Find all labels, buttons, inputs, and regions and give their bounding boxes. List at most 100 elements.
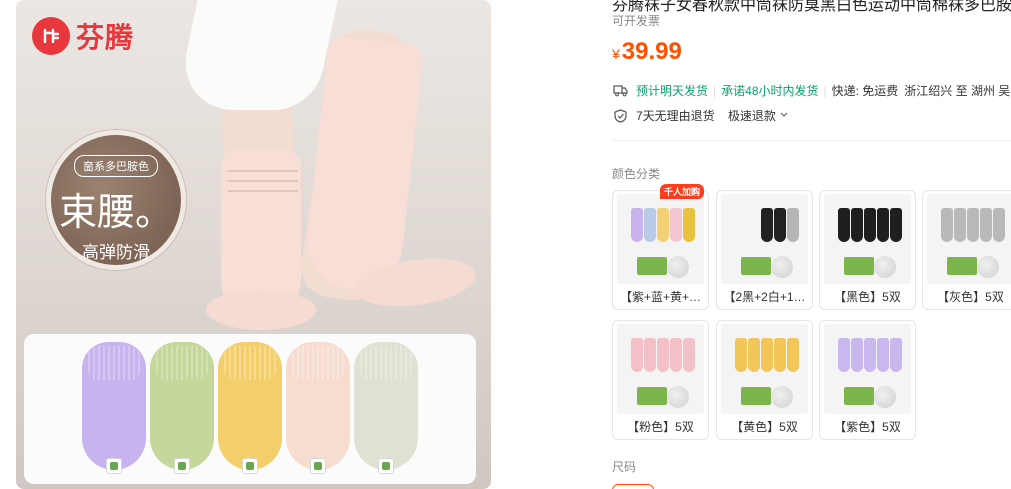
- mini-sock: [683, 338, 695, 372]
- shield-icon: [612, 108, 628, 124]
- courier-fee: 快递: 免运费: [831, 84, 899, 98]
- badge-sub-text: 高弹防滑: [82, 243, 150, 262]
- color-option-label: 【粉色】5双: [627, 420, 694, 434]
- mini-sock: [631, 338, 643, 372]
- color-option-thumbnail: [824, 324, 911, 414]
- color-option-card[interactable]: 【黄色】5双: [716, 320, 813, 440]
- badge-main-text: 束腰。: [58, 192, 173, 234]
- refund-speed[interactable]: 极速退款: [728, 107, 776, 124]
- tray-sock: [82, 342, 146, 474]
- mini-sock: [735, 338, 747, 372]
- mini-sock: [993, 208, 1005, 242]
- mini-sock: [631, 208, 643, 242]
- mini-sock: [980, 208, 992, 242]
- mini-sock: [657, 208, 669, 242]
- tray-sock: [286, 342, 350, 474]
- color-option-card[interactable]: 【紫色】5双: [819, 320, 916, 440]
- model-pants: [174, 0, 338, 110]
- color-option-thumbnail: [721, 324, 808, 414]
- package-icon: [844, 387, 874, 405]
- mini-sock: [670, 208, 682, 242]
- color-option-label: 【紫+蓝+黄+…: [619, 290, 702, 304]
- color-option-label: 【灰色】5双: [937, 290, 1004, 304]
- sock-ball-icon: [667, 386, 689, 408]
- mini-sock: [774, 338, 786, 372]
- color-option-card[interactable]: 千人加购【紫+蓝+黄+…: [612, 184, 709, 310]
- price: ¥39.99: [612, 38, 682, 66]
- mini-sock: [851, 208, 863, 242]
- mini-sock: [774, 208, 786, 242]
- mini-sock: [851, 338, 863, 372]
- mini-sock: [877, 338, 889, 372]
- product-title: 芬腾袜子女春秋款中筒袜防臭黑白色运动中筒棉袜多巴胺: [612, 0, 1011, 14]
- product-info-panel: 芬腾袜子女春秋款中筒袜防臭黑白色运动中筒棉袜多巴胺 可开发票 ¥39.99 预计…: [612, 0, 1011, 489]
- mini-sock: [877, 208, 889, 242]
- color-option-card[interactable]: 【灰色】5双: [922, 190, 1011, 310]
- package-icon: [741, 387, 771, 405]
- color-option-thumbnail: [824, 194, 911, 284]
- tray-sock: [150, 342, 214, 474]
- mini-sock: [683, 208, 695, 242]
- return-policy: 7天无理由退货: [636, 109, 715, 123]
- color-option-label: 【黄色】5双: [731, 420, 798, 434]
- mini-sock: [787, 208, 799, 242]
- feature-badge: 奤系多巴胺色 束腰。 高弹防滑: [46, 130, 186, 270]
- brand-logo: 芬腾: [32, 16, 134, 56]
- product-page: 芬腾 奤系多巴胺色 束腰。 高弹防滑 芬腾袜子女春秋款中筒袜防臭黑白色运动中筒棉…: [0, 0, 1011, 489]
- brand-mark-icon: [32, 17, 70, 55]
- color-option-thumbnail: [617, 194, 704, 284]
- invoice-note: 可开发票: [612, 14, 661, 28]
- mini-sock: [761, 338, 773, 372]
- mini-sock: [890, 208, 902, 242]
- sock-ball-icon: [874, 256, 896, 278]
- tag-icon: [310, 458, 326, 474]
- mini-sock: [735, 208, 747, 242]
- sock-ball-icon: [874, 386, 896, 408]
- size-section-label: 尺码: [612, 460, 637, 474]
- hot-badge: 千人加购: [659, 184, 704, 199]
- tray-sock: [218, 342, 282, 474]
- mini-sock: [954, 208, 966, 242]
- color-section-label: 颜色分类: [612, 167, 661, 181]
- price-currency: ¥: [612, 46, 620, 62]
- mini-sock: [864, 338, 876, 372]
- ship-tomorrow-tag: 预计明天发货: [636, 84, 709, 98]
- sock-rib: [228, 190, 298, 192]
- package-icon: [947, 257, 977, 275]
- mini-sock: [644, 338, 656, 372]
- mini-sock: [748, 338, 760, 372]
- ship-route[interactable]: 浙江绍兴 至 湖州 吴兴: [904, 82, 1011, 99]
- sock-rib: [228, 180, 298, 182]
- color-option-thumbnail: [721, 194, 808, 284]
- mini-sock: [670, 338, 682, 372]
- separator: |: [823, 83, 827, 98]
- mini-sock: [644, 208, 656, 242]
- ship-48h-tag: 承诺48小时内发货: [721, 84, 819, 98]
- divider: [612, 140, 1011, 141]
- mini-sock: [941, 208, 953, 242]
- shipping-row: 预计明天发货 | 承诺48小时内发货 | 快递: 免运费 浙江绍兴 至 湖州 吴…: [612, 82, 1011, 99]
- sock-ball-icon: [771, 386, 793, 408]
- badge-tag: 奤系多巴胺色: [74, 155, 158, 177]
- mini-sock: [787, 338, 799, 372]
- color-option-label: 【黑色】5双: [834, 290, 901, 304]
- color-option-label: 【2黑+2白+1…: [723, 290, 806, 304]
- color-option-card[interactable]: 【黑色】5双: [819, 190, 916, 310]
- sock-ball-icon: [977, 256, 999, 278]
- color-option-label: 【紫色】5双: [834, 420, 901, 434]
- color-option-thumbnail: [927, 194, 1011, 284]
- color-option-card[interactable]: 【2黑+2白+1…: [716, 190, 813, 310]
- tag-icon: [378, 458, 394, 474]
- tag-icon: [174, 458, 190, 474]
- separator: |: [713, 83, 717, 98]
- mini-sock: [838, 208, 850, 242]
- mini-sock: [657, 338, 669, 372]
- sock-foot: [206, 290, 316, 330]
- mini-sock: [761, 208, 773, 242]
- brand-name: 芬腾: [76, 22, 135, 53]
- size-option[interactable]: [612, 484, 654, 489]
- mini-sock: [748, 208, 760, 242]
- color-option-card[interactable]: 【粉色】5双: [612, 320, 709, 440]
- chevron-down-icon[interactable]: [780, 110, 788, 121]
- product-main-image[interactable]: 芬腾 奤系多巴胺色 束腰。 高弹防滑: [16, 0, 491, 489]
